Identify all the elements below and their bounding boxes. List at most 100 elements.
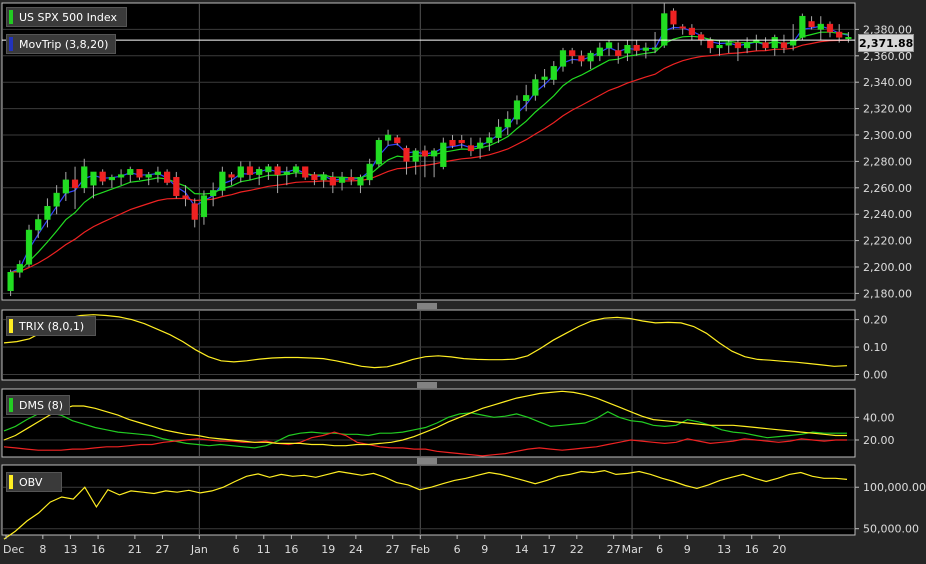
candle-body: [633, 44, 640, 51]
x-tick-label: 13: [63, 543, 77, 556]
x-tick-label: 16: [91, 543, 105, 556]
candle-body: [412, 150, 419, 162]
candle-body: [569, 50, 576, 57]
legend-spx[interactable]: US SPX 500 Index: [6, 7, 127, 27]
candle-body: [265, 166, 272, 173]
candle-body: [449, 140, 456, 146]
candle-body: [707, 39, 714, 49]
y-tick-label: 50,000.00: [863, 523, 919, 536]
candle-body: [559, 50, 567, 67]
candle-body: [164, 171, 171, 183]
legend-swatch-movtrip: [9, 37, 13, 51]
legend-label-movtrip: MovTrip (3,8,20): [19, 38, 109, 51]
candle-body: [274, 166, 281, 175]
x-tick-label: 9: [684, 543, 691, 556]
candle-body: [504, 118, 511, 128]
x-tick-label: 24: [349, 543, 363, 556]
candle-body: [578, 55, 585, 62]
candle-body: [81, 166, 88, 189]
candle-body: [523, 95, 530, 101]
candle-body: [403, 147, 410, 162]
candle-body: [808, 21, 815, 28]
x-tick-label: 8: [39, 543, 46, 556]
candle-body: [99, 171, 106, 182]
candle-body: [71, 179, 79, 189]
candle-body: [550, 66, 557, 80]
legend-swatch-obv: [9, 475, 13, 489]
y-tick-label: 2,260.00: [863, 182, 912, 195]
x-tick-label: 27: [156, 543, 170, 556]
candle-body: [688, 27, 695, 35]
candle-body: [440, 142, 447, 167]
candle-body: [173, 176, 180, 196]
x-tick-label: 22: [570, 543, 584, 556]
chart-window: 2,180.00 2,200.00 2,220.00 2,240.00 2,260.00…: [0, 0, 926, 560]
candle-body: [25, 229, 33, 265]
candle-body: [587, 52, 594, 62]
panel-price: [1, 2, 856, 301]
candle-body: [108, 176, 115, 181]
candle-body: [16, 264, 23, 273]
y-tick-label: 2,180.00: [863, 287, 912, 300]
candle-body: [716, 44, 723, 49]
x-tick-label: 27: [607, 543, 621, 556]
candle-body: [237, 166, 244, 178]
panel-obv: [1, 464, 856, 536]
y-tick-label: 2,240.00: [863, 208, 912, 221]
candle-body: [725, 42, 732, 46]
x-tick-label: 19: [321, 543, 335, 556]
x-tick-label: 6: [454, 543, 461, 556]
candle-body: [744, 42, 751, 49]
last-price-tag: 2,371.88: [858, 34, 914, 52]
x-tick-label: 6: [233, 543, 240, 556]
x-tick-label: Mar: [622, 543, 643, 556]
candle-body: [762, 42, 769, 49]
candle-body: [596, 47, 603, 57]
candle-body: [246, 166, 254, 175]
candle-body: [513, 100, 521, 120]
panel-trix: [1, 309, 856, 381]
candle-body: [780, 42, 788, 49]
legend-trix[interactable]: TRIX (8,0,1): [6, 316, 96, 336]
y-tick-label: 2,300.00: [863, 129, 912, 142]
candle-body: [357, 176, 364, 186]
y-tick-label: 100,000.00: [863, 481, 926, 494]
legend-swatch-spx: [9, 10, 13, 24]
candle-body: [200, 195, 208, 218]
legend-movtrip[interactable]: MovTrip (3,8,20): [6, 34, 116, 54]
x-tick-label: 13: [717, 543, 731, 556]
y-tick-label: 0.20: [863, 314, 888, 327]
candle-body: [394, 137, 401, 144]
candle-body: [845, 37, 852, 40]
y-tick-label: 2,320.00: [863, 103, 912, 116]
y-tick-label: 2,340.00: [863, 76, 912, 89]
y-tick-label: 40.00: [863, 411, 895, 424]
x-tick-label: 27: [386, 543, 400, 556]
x-tick-label: 16: [284, 543, 298, 556]
candle-body: [384, 134, 392, 141]
candle-body: [486, 137, 493, 144]
legend-dms[interactable]: DMS (8): [6, 395, 70, 415]
x-tick-label: 11: [257, 543, 271, 556]
candle-body: [421, 150, 429, 157]
legend-label-trix: TRIX (8,0,1): [19, 320, 85, 333]
y-tick-label: 2,280.00: [863, 155, 912, 168]
x-tick-label: 21: [128, 543, 142, 556]
legend-obv[interactable]: OBV: [6, 472, 62, 492]
candle-body: [348, 176, 355, 181]
candle-body: [679, 26, 686, 29]
candle-body: [477, 142, 484, 149]
candle-body: [615, 50, 622, 57]
x-tick-label: Feb: [411, 543, 430, 556]
candle-body: [311, 174, 318, 181]
candle-body: [44, 206, 51, 220]
candle-body: [670, 10, 677, 25]
x-tick-label: 9: [481, 543, 488, 556]
candle-body: [7, 272, 14, 292]
candle-body: [53, 192, 60, 207]
candle-body: [292, 166, 300, 173]
candle-body: [302, 166, 309, 178]
candle-body: [62, 179, 69, 194]
y-tick-label: 2,220.00: [863, 235, 912, 248]
x-tick-label: Dec: [3, 543, 24, 556]
